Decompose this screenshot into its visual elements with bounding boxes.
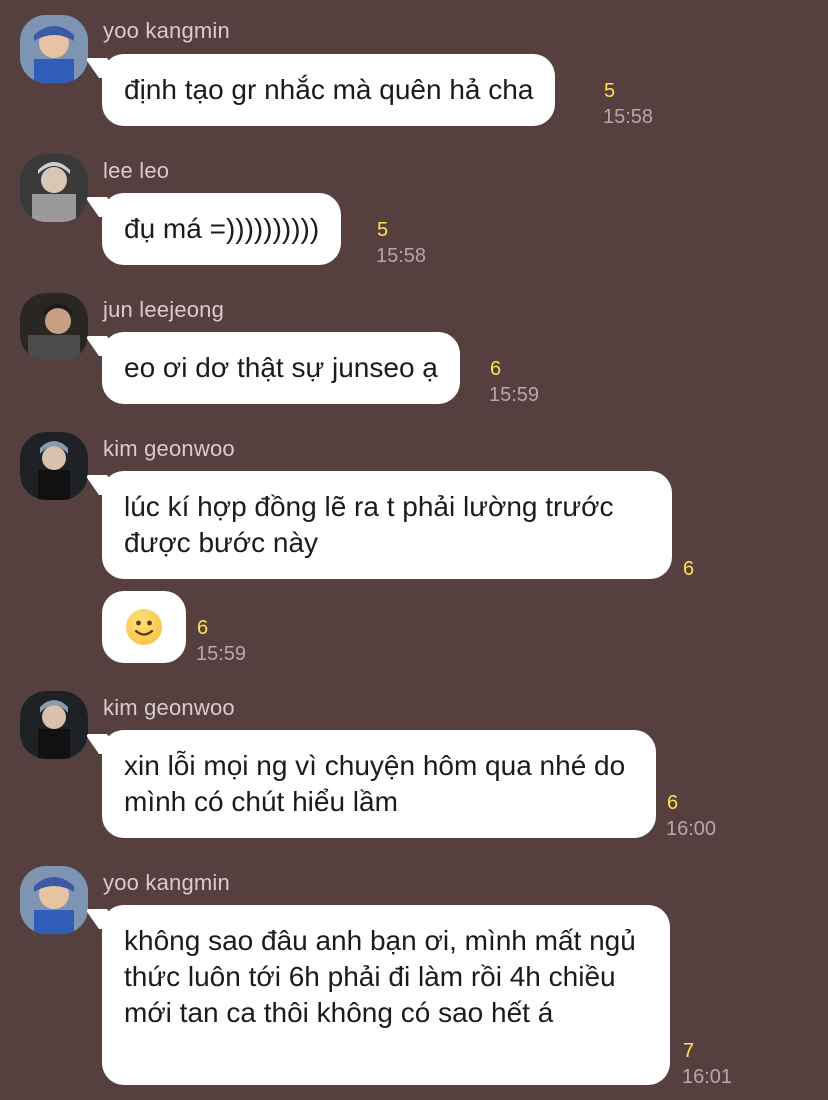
message-bubble[interactable]: định tạo gr nhắc mà quên hả cha	[102, 54, 556, 126]
avatar[interactable]	[20, 691, 88, 759]
unread-count: 6	[667, 792, 679, 814]
sender-name: kim geonwoo	[103, 436, 235, 461]
sender-name: kim geonwoo	[103, 695, 235, 720]
message-bubble[interactable]: đụ má =))))))))))	[102, 193, 342, 265]
message-time: 15:59	[196, 643, 247, 665]
unread-count: 6	[683, 558, 695, 580]
unread-count: 6	[490, 358, 502, 380]
message-time: 16:00	[666, 818, 717, 840]
sender-name: yoo kangmin	[103, 870, 230, 895]
message-text: định tạo gr nhắc mà quên hả cha	[124, 74, 534, 105]
message-bubble[interactable]: xin lỗi mọi ng vì chuyện hôm qua nhé do …	[102, 730, 656, 838]
message-text: đụ má =))))))))))	[124, 213, 320, 244]
unread-count: 5	[377, 219, 389, 241]
message-bubble[interactable]	[102, 591, 186, 663]
message-text: xin lỗi mọi ng vì chuyện hôm qua nhé do …	[124, 750, 626, 817]
message-text: eo ơi dơ thật sự junseo ạ	[124, 352, 438, 383]
sender-name: jun leejeong	[103, 297, 225, 322]
unread-count: 7	[683, 1040, 695, 1062]
message-text: không sao đâu anh bạn ơi, mình mất ngủ t…	[124, 925, 636, 1028]
avatar[interactable]	[20, 154, 88, 222]
slightly-smiling-face-icon	[126, 609, 162, 645]
chat-thread: yoo kangmin định tạo gr nhắc mà quên hả …	[0, 0, 828, 1100]
avatar[interactable]	[20, 866, 88, 934]
sender-name: yoo kangmin	[103, 18, 230, 43]
message-bubble[interactable]: eo ơi dơ thật sự junseo ạ	[102, 332, 460, 404]
sender-name: lee leo	[103, 158, 170, 183]
message-bubble[interactable]: không sao đâu anh bạn ơi, mình mất ngủ t…	[102, 905, 670, 1085]
unread-count: 6	[197, 617, 209, 639]
message-bubble[interactable]: lúc kí hợp đồng lẽ ra t phải lường trước…	[102, 471, 672, 579]
message-time: 15:59	[489, 384, 540, 406]
message-time: 15:58	[603, 106, 654, 128]
unread-count: 5	[604, 80, 616, 102]
message-time: 16:01	[682, 1066, 733, 1088]
avatar[interactable]	[20, 432, 88, 500]
avatar[interactable]	[20, 15, 88, 83]
message-time: 15:58	[376, 245, 427, 267]
avatar[interactable]	[20, 293, 88, 361]
message-text: lúc kí hợp đồng lẽ ra t phải lường trước…	[124, 491, 614, 558]
